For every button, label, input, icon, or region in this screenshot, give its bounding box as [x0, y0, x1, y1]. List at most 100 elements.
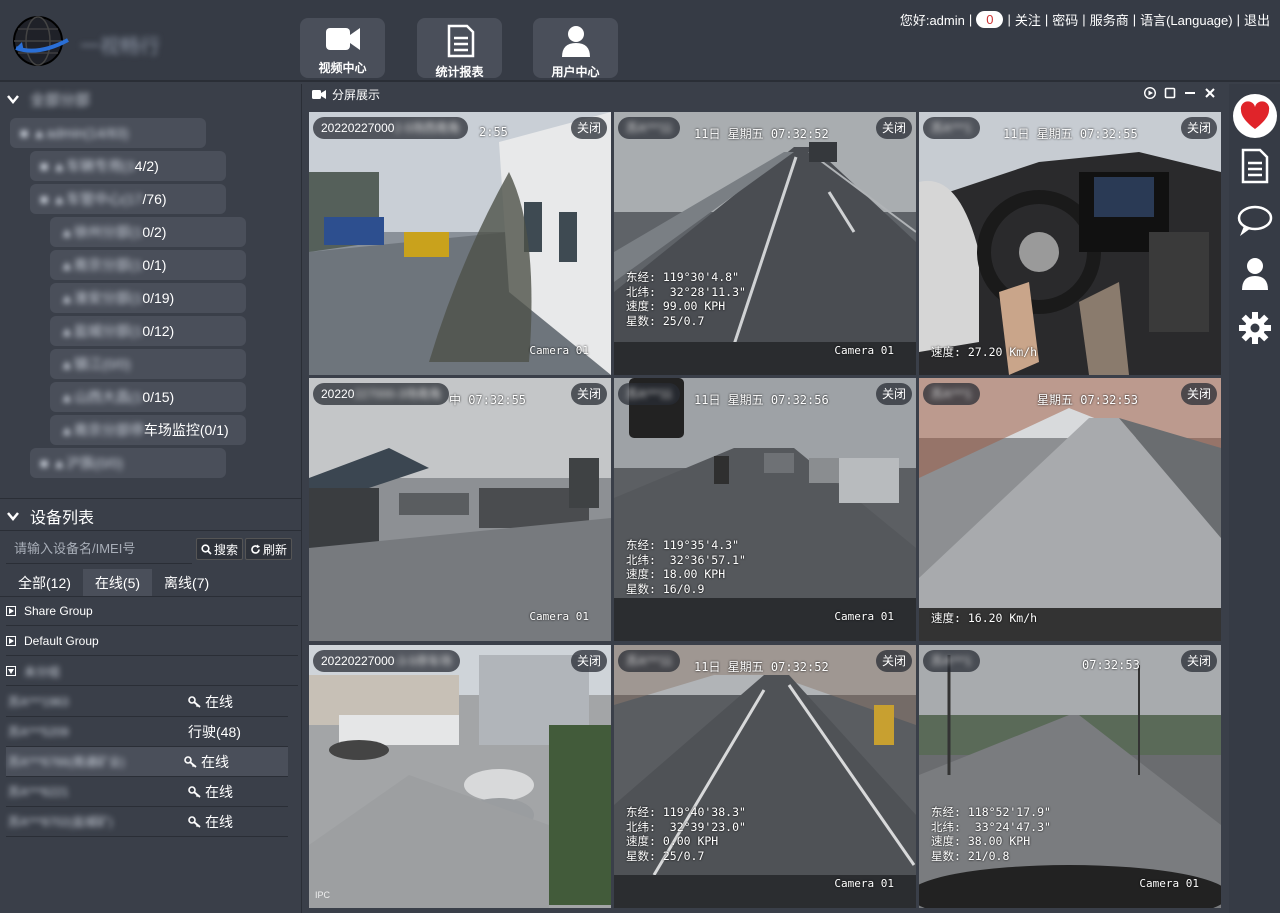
- video-cell-7[interactable]: 20220227000-3-5停车场 关闭 IPC: [309, 645, 611, 908]
- collapse-icon: [6, 666, 16, 676]
- close-video-button[interactable]: 关闭: [570, 383, 607, 405]
- close-video-button[interactable]: 关闭: [875, 650, 912, 672]
- settings-button[interactable]: [1233, 306, 1277, 350]
- group-default[interactable]: Default Group: [6, 627, 298, 656]
- tab-all[interactable]: 全部(12): [6, 569, 83, 597]
- maximize-icon[interactable]: [1164, 87, 1176, 99]
- video-cell-6[interactable]: 苏A***1 星期五 07:32:53 关闭 速度: 16.20 Km/h: [919, 378, 1221, 641]
- video-cell-3[interactable]: 苏A***1 11日 星期五 07:32:55 关闭 速度: 27.20 Km/…: [919, 112, 1221, 375]
- video-panel-title: 分屏展示: [332, 87, 381, 102]
- timestamp: 2:55: [479, 125, 508, 139]
- video-camera-icon: [312, 89, 326, 99]
- video-cell-5[interactable]: 苏A***11 11日 星期五 07:32:56 关闭 东经: 119°35'4…: [614, 378, 916, 641]
- nav-video-center[interactable]: 视频中心: [300, 18, 385, 78]
- device-row[interactable]: 苏A***1963 在线: [6, 687, 288, 717]
- timestamp: 07:32:53: [1082, 658, 1140, 672]
- key-icon: [188, 785, 201, 798]
- tree-node[interactable]: ▲ 南京分部停 车场监控(0/1): [50, 415, 246, 445]
- device-search-input[interactable]: [6, 534, 192, 564]
- tree-node[interactable]: ▲ 淮安分部(1 0/19): [50, 283, 246, 313]
- user-button[interactable]: [1233, 252, 1277, 296]
- video-cell-1[interactable]: 202202270002-5场西南角 2:55 关闭 Camera 01: [309, 112, 611, 375]
- nav-user-center-label: 用户中心: [551, 65, 600, 79]
- globe-logo-icon: [13, 16, 69, 66]
- device-row[interactable]: 苏A***8702(盐城矿) 在线: [6, 807, 288, 837]
- nav-reports[interactable]: 统计报表: [417, 18, 502, 79]
- camera-label-chip: 苏A***11: [618, 650, 681, 672]
- camera-label-chip: 20220227000-3-5停车场: [313, 650, 460, 672]
- device-row[interactable]: 苏A***6221 在线: [6, 777, 288, 807]
- video-cell-4[interactable]: 20220227000-3场南角 中 07:32:55 关闭 Camera 01: [309, 378, 611, 641]
- tree-node[interactable]: ■ ▲ 车管中心(17/76): [30, 184, 226, 214]
- refresh-button[interactable]: 刷新: [245, 538, 293, 560]
- group-ungrouped[interactable]: 未分组: [6, 657, 298, 686]
- tree-header[interactable]: 全部分部: [0, 84, 301, 114]
- video-panel: 分屏展示 202202270002-5场西南角 2:55 关闭 Camera 0…: [304, 84, 1224, 913]
- tree-node[interactable]: ■ ▲ 车辆专用(3 4/2): [30, 151, 226, 181]
- left-panel: 全部分部 ■ ▲ admin(14/83) ■ ▲ 车辆专用(3 4/2) ■ ▲…: [0, 84, 302, 913]
- camera-id-label: Camera 01: [834, 610, 894, 623]
- key-icon: [188, 815, 201, 828]
- camera-id-label: Camera 01: [529, 610, 589, 623]
- device-row[interactable]: 苏A***5209 行驶(48): [6, 717, 288, 747]
- close-video-button[interactable]: 关闭: [1180, 383, 1217, 405]
- tree-root-label: 全部分部: [30, 91, 91, 109]
- close-icon[interactable]: [1204, 87, 1216, 99]
- tree-node[interactable]: ▲ 盐城分部(1 0/12): [50, 316, 246, 346]
- tree-node[interactable]: ▲ 镇江(0/0): [50, 349, 246, 379]
- follow-link[interactable]: 关注: [1015, 10, 1041, 29]
- timestamp: 中 07:32:55: [449, 393, 527, 407]
- user-toolbar: 您好:admin | 0 | 关注 | 密码 | 服务商 | 语言(Langua…: [899, 10, 1270, 29]
- refresh-icon: [251, 544, 261, 554]
- key-icon: [184, 755, 197, 768]
- close-video-button[interactable]: 关闭: [1180, 117, 1217, 139]
- video-cell-2[interactable]: 苏A***11 11日 星期五 07:32:52 关闭 东经: 119°30'4…: [614, 112, 916, 375]
- timestamp: 11日 星期五 07:32:55: [1003, 127, 1138, 141]
- tab-offline[interactable]: 离线(7): [152, 569, 221, 597]
- camera-label-chip: 苏A***1: [923, 117, 980, 139]
- camera-label-chip: 苏A***11: [618, 117, 681, 139]
- gps-overlay: 东经: 119°35'4.3" 北纬: 32°36'57.1" 速度: 18.0…: [626, 538, 746, 596]
- tree-node[interactable]: ■ ▲ admin(14/83): [10, 118, 206, 148]
- group-share[interactable]: Share Group: [6, 597, 298, 626]
- nav-video-center-label: 视频中心: [318, 61, 367, 75]
- tree-node[interactable]: ▲ 山西大昌(1 0/15): [50, 382, 246, 412]
- favorites-button[interactable]: [1233, 94, 1277, 138]
- chevron-down-icon: [7, 95, 19, 104]
- provider-link[interactable]: 服务商: [1090, 10, 1129, 29]
- gps-overlay: 东经: 119°40'38.3" 北纬: 32°39'23.0" 速度: 0.0…: [626, 805, 746, 863]
- password-link[interactable]: 密码: [1052, 10, 1078, 29]
- close-video-button[interactable]: 关闭: [875, 383, 912, 405]
- camera-feed-road-2: [614, 645, 916, 908]
- tree-node[interactable]: ▲ 南京分部(1 0/1): [50, 250, 246, 280]
- key-icon: [188, 695, 201, 708]
- device-row-selected[interactable]: 苏A***6766(南通矿业) 在线: [6, 747, 288, 777]
- chevron-down-icon: [7, 512, 19, 521]
- tab-online[interactable]: 在线(5): [82, 569, 153, 597]
- video-cell-8[interactable]: 苏A***11 11日 星期五 07:32:52 关闭 东经: 119°40'3…: [614, 645, 916, 908]
- close-video-button[interactable]: 关闭: [875, 117, 912, 139]
- video-cell-9[interactable]: 苏A***1 07:32:53 关闭 东经: 118°52'17.9" 北纬: …: [919, 645, 1221, 908]
- chat-bubble-icon: [1237, 205, 1273, 236]
- nav-user-center[interactable]: 用户中心: [533, 18, 618, 79]
- report-button[interactable]: [1233, 144, 1277, 188]
- notice-badge[interactable]: 0: [976, 11, 1004, 28]
- tree-node[interactable]: ▲ 徐州分部(1 0/2): [50, 217, 246, 247]
- minimize-icon[interactable]: [1184, 87, 1196, 99]
- close-video-button[interactable]: 关闭: [1180, 650, 1217, 672]
- close-video-button[interactable]: 关闭: [570, 117, 607, 139]
- tree-node[interactable]: ■ ▲ 沪族(0/0): [30, 448, 226, 478]
- video-panel-header: 分屏展示: [304, 84, 1224, 104]
- user-icon: [1242, 258, 1268, 290]
- camera-id-label: Camera 01: [1139, 877, 1199, 890]
- logout-link[interactable]: 退出: [1244, 10, 1270, 29]
- close-video-button[interactable]: 关闭: [570, 650, 607, 672]
- camera-feed-highway: [614, 112, 916, 375]
- language-link[interactable]: 语言(Language): [1140, 10, 1233, 29]
- camera-feed-road: [919, 378, 1221, 641]
- message-button[interactable]: [1233, 199, 1277, 243]
- device-list-header[interactable]: 设备列表: [6, 504, 94, 528]
- top-header: 一视畅行 视频中心 统计报表 用户中心 您好:admin | 0 | 关注 | …: [0, 0, 1280, 82]
- search-button[interactable]: 搜索: [196, 538, 244, 560]
- play-icon[interactable]: [1144, 87, 1156, 99]
